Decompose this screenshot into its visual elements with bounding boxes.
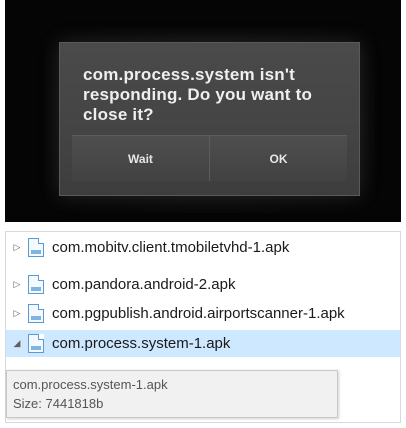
tooltip-file-name: com.process.system-1.apk bbox=[13, 377, 168, 392]
file-name: com.process.system-1.apk bbox=[52, 335, 231, 352]
file-icon bbox=[28, 304, 44, 323]
file-icon bbox=[28, 238, 44, 257]
tree-item[interactable]: ▷ com.mobitv.client.tmobiletvhd-1.apk bbox=[6, 234, 400, 261]
dialog-message: com.process.system isn't responding. Do … bbox=[83, 65, 313, 124]
expand-arrow-icon[interactable]: ▷ bbox=[6, 280, 28, 290]
expand-arrow-icon[interactable]: ▷ bbox=[6, 309, 28, 319]
file-icon bbox=[28, 334, 44, 353]
file-name: com.pgpublish.android.airportscanner-1.a… bbox=[52, 305, 345, 322]
not-responding-dialog: com.process.system isn't responding. Do … bbox=[59, 42, 360, 196]
wait-button[interactable]: Wait bbox=[72, 136, 209, 181]
dialog-button-bar: Wait OK bbox=[72, 135, 347, 181]
file-name: com.pandora.android-2.apk bbox=[52, 276, 236, 293]
tree-item[interactable]: ▷ com.pgpublish.android.airportscanner-1… bbox=[6, 300, 400, 327]
tooltip-file-size: Size: 7441818b bbox=[13, 396, 104, 411]
tree-item-selected[interactable]: ◢ com.process.system-1.apk bbox=[6, 330, 400, 357]
file-name: com.mobitv.client.tmobiletvhd-1.apk bbox=[52, 239, 290, 256]
collapse-arrow-icon[interactable]: ◢ bbox=[6, 339, 28, 349]
ok-button[interactable]: OK bbox=[209, 136, 347, 181]
expand-arrow-icon[interactable]: ▷ bbox=[6, 243, 28, 253]
android-dialog-photo: com.process.system isn't responding. Do … bbox=[5, 0, 401, 222]
file-icon bbox=[28, 275, 44, 294]
file-tooltip: com.process.system-1.apk Size: 7441818b bbox=[6, 370, 338, 418]
tree-item[interactable]: ▷ com.pandora.android-2.apk bbox=[6, 271, 400, 298]
